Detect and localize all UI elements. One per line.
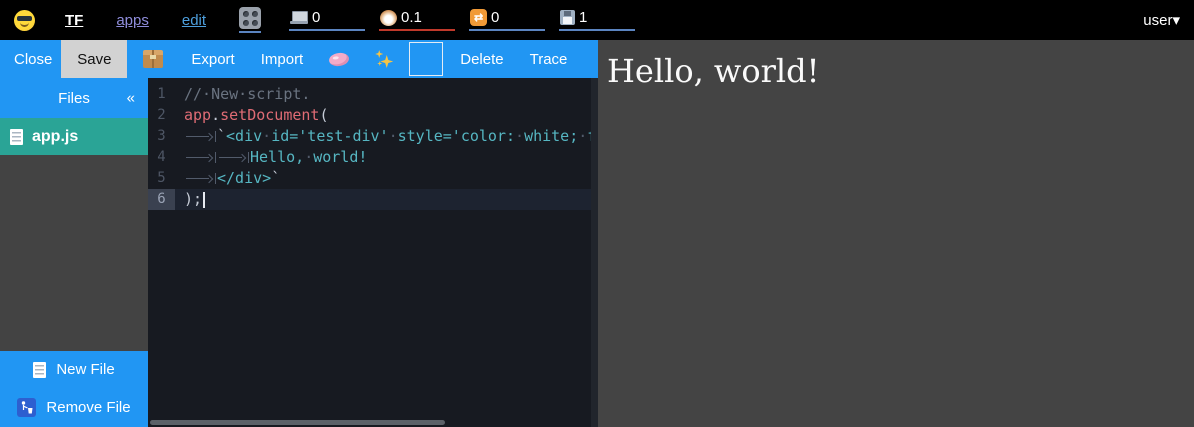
hamster-stat-value: 0.1 (401, 9, 422, 26)
apps-link[interactable]: apps (116, 12, 149, 29)
trace-button[interactable]: Trace (530, 51, 568, 68)
hamster-icon (380, 10, 397, 26)
code-token: //·New·script. (184, 84, 310, 105)
soap-button[interactable] (329, 53, 349, 66)
import-button[interactable]: Import (261, 51, 304, 68)
export-button[interactable]: Export (191, 51, 234, 68)
save-button[interactable]: Save (61, 40, 127, 78)
code-token: Hello, (250, 147, 304, 168)
code-line[interactable]: 2app.setDocument( (148, 105, 598, 126)
code-line[interactable]: 1 //·New·script. (148, 84, 598, 105)
brand-link[interactable]: TF (65, 12, 83, 29)
code-token: style='color: (398, 126, 515, 147)
remove-file-label: Remove File (46, 399, 130, 416)
files-header: Files « (0, 78, 148, 118)
edit-link[interactable]: edit (182, 12, 206, 29)
file-item-label: app.js (32, 128, 78, 146)
package-button[interactable] (143, 50, 163, 68)
tab-marker (184, 171, 217, 186)
code-text: ); (175, 189, 205, 210)
code-line[interactable]: 4Hello,·world! (148, 147, 598, 168)
sidebar-spacer (0, 155, 148, 351)
line-number: 6 (148, 189, 175, 210)
new-file-button[interactable]: New File (0, 351, 148, 388)
code-line[interactable]: 5</div>` (148, 168, 598, 189)
code-text: app.setDocument( (175, 105, 329, 126)
preview-heading: Hello, world! (607, 52, 1194, 90)
code-token: ); (184, 189, 202, 210)
code-token: id='test-div' (271, 126, 388, 147)
floppy-stat-value: 1 (579, 9, 587, 26)
code-editor[interactable]: 1//·New·script.2app.setDocument(3`<div·i… (148, 78, 598, 427)
tab-marker (184, 129, 217, 144)
screen: TF apps edit 0 0.1 ⇄ 0 1 user▾ Close Sav… (0, 0, 1194, 427)
floppy-icon (560, 10, 575, 25)
code-token: · (578, 126, 587, 147)
code-token: · (515, 126, 524, 147)
soap-icon (328, 51, 350, 67)
repeat-icon: ⇄ (470, 9, 487, 26)
remove-file-button[interactable]: Remove File (0, 388, 148, 427)
files-header-label: Files (58, 90, 90, 107)
code-token: · (389, 126, 398, 147)
laptop-stat: 0 (289, 9, 365, 31)
code-text: //·New·script. (175, 84, 310, 105)
code-line[interactable]: 3`<div·id='test-div'·style='color:·white… (148, 126, 598, 147)
code-text: Hello,·world! (175, 147, 367, 168)
line-number: 5 (148, 168, 175, 189)
editor-toolbar: Close Save Export Import Delete Trace (0, 40, 598, 78)
tab-marker (217, 150, 250, 165)
cool-face-icon (14, 10, 35, 31)
preview-panel: Hello, world! (598, 40, 1194, 427)
close-button[interactable]: Close (14, 51, 52, 68)
horizontal-scrollbar[interactable] (150, 420, 445, 425)
hamster-stat: 0.1 (379, 9, 455, 31)
control-knobs-icon (239, 7, 261, 29)
code-token: ` (217, 126, 226, 147)
code-token: </div> (217, 168, 271, 189)
collapse-sidebar-button[interactable]: « (127, 90, 135, 107)
package-icon (143, 50, 163, 68)
code-text: </div>` (175, 168, 280, 189)
user-menu[interactable]: user▾ (1143, 11, 1180, 29)
code-lines: 1//·New·script.2app.setDocument(3`<div·i… (148, 78, 598, 210)
new-file-label: New File (56, 361, 114, 378)
sparkles-icon (374, 49, 394, 69)
code-line[interactable]: 6); (148, 189, 598, 210)
blank-button[interactable] (409, 42, 443, 76)
file-item-appjs[interactable]: app.js (0, 118, 148, 155)
code-token: · (304, 147, 313, 168)
top-bar: TF apps edit 0 0.1 ⇄ 0 1 user▾ (0, 0, 1194, 40)
repeat-stat: ⇄ 0 (469, 9, 545, 31)
files-sidebar: Files « app.js New File Remove File (0, 78, 148, 427)
code-token: ` (271, 168, 280, 189)
tab-marker (184, 150, 217, 165)
sparkles-button[interactable] (374, 49, 394, 69)
laptop-stat-value: 0 (312, 9, 320, 26)
litter-bin-icon (17, 398, 36, 417)
repeat-stat-value: 0 (491, 9, 499, 26)
code-token: world! (313, 147, 367, 168)
code-text: `<div·id='test-div'·style='color:·white;… (175, 126, 596, 147)
document-icon (10, 129, 23, 145)
line-number: 1 (148, 84, 175, 105)
line-number: 3 (148, 126, 175, 147)
control-knobs-field[interactable] (239, 7, 261, 33)
text-cursor (203, 192, 205, 208)
code-token: app (184, 105, 211, 126)
code-token: ( (319, 105, 328, 126)
line-number: 4 (148, 147, 175, 168)
delete-button[interactable]: Delete (460, 51, 503, 68)
vertical-scrollbar[interactable] (591, 78, 598, 427)
code-token: <div (226, 126, 262, 147)
code-token: · (262, 126, 271, 147)
laptop-icon (290, 11, 308, 24)
code-token: . (211, 105, 220, 126)
code-token: setDocument (220, 105, 319, 126)
new-file-icon (33, 362, 46, 378)
code-token: white; (524, 126, 578, 147)
line-number: 2 (148, 105, 175, 126)
floppy-stat: 1 (559, 9, 635, 31)
